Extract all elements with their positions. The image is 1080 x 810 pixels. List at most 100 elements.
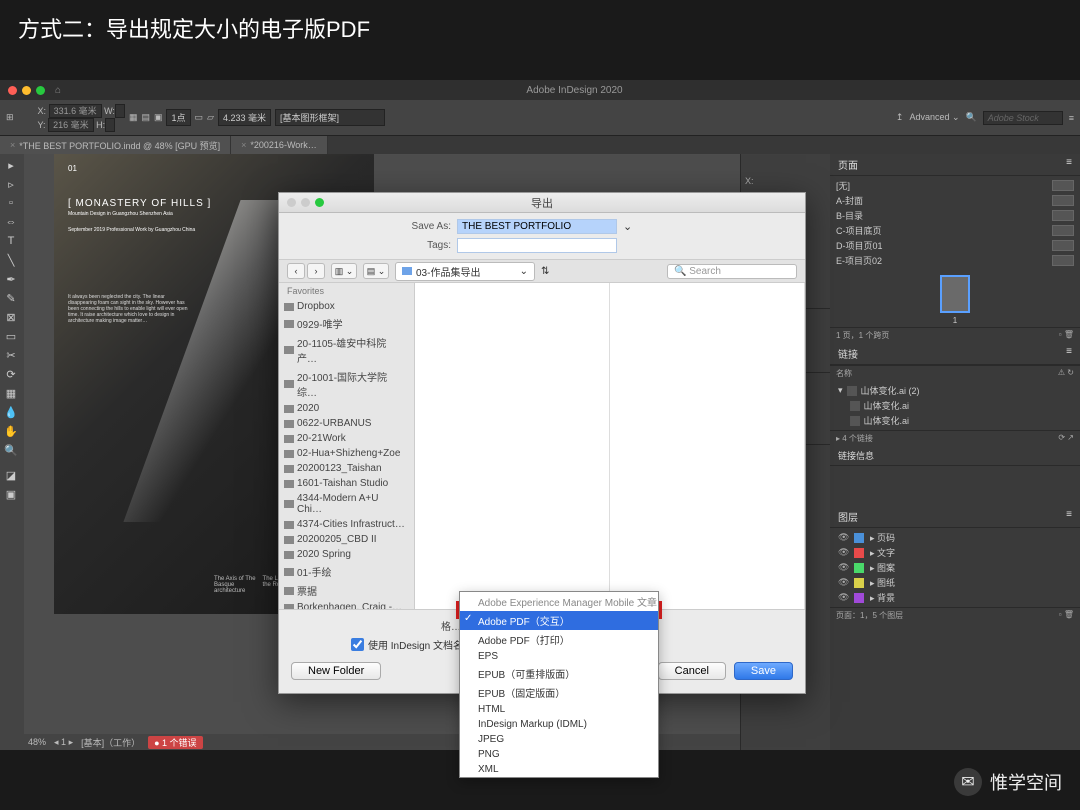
- master-page-item[interactable]: B-目录: [834, 208, 1076, 223]
- document-tab[interactable]: ×*200216-Work…: [231, 136, 328, 154]
- cancel-button[interactable]: Cancel: [658, 662, 726, 680]
- link-item[interactable]: 山体变化.ai: [834, 398, 1076, 413]
- layer-row[interactable]: 👁▸ 图纸: [834, 575, 1076, 590]
- favorite-item[interactable]: 01-手绘: [279, 562, 414, 581]
- new-layer-icon[interactable]: ▫: [1059, 610, 1062, 619]
- transform-tool[interactable]: ⟳: [0, 365, 22, 383]
- menu-icon[interactable]: ≡: [1069, 113, 1074, 123]
- trash-icon[interactable]: 🗑: [1064, 610, 1074, 619]
- y-field[interactable]: 216 毫米: [48, 118, 94, 132]
- preflight-errors[interactable]: ● 1 个错误: [148, 736, 202, 749]
- frame-preset[interactable]: [基本图形框架]: [275, 109, 385, 126]
- eyedropper-tool[interactable]: 💧: [0, 403, 22, 421]
- layer-row[interactable]: 👁▸ 图案: [834, 560, 1076, 575]
- tool-icon[interactable]: ▦: [129, 112, 138, 123]
- browser-column[interactable]: [610, 283, 805, 609]
- expand-icon[interactable]: ⌄: [623, 220, 632, 233]
- page-thumbnail[interactable]: [941, 276, 969, 312]
- favorite-item[interactable]: 20-21Work: [279, 431, 414, 446]
- fill-stroke[interactable]: ◪: [0, 466, 22, 484]
- master-page-item[interactable]: D-项目页01: [834, 238, 1076, 253]
- format-option[interactable]: JPEG: [460, 732, 658, 747]
- visibility-icon[interactable]: 👁: [838, 532, 848, 543]
- visibility-icon[interactable]: 👁: [838, 547, 848, 558]
- favorite-item[interactable]: 20-1105-雄安中科院产…: [279, 333, 414, 367]
- gap-tool[interactable]: ⇔: [0, 213, 22, 231]
- favorite-item[interactable]: 4344-Modern A+U Chi…: [279, 491, 414, 517]
- scissors-tool[interactable]: ✂: [0, 346, 22, 364]
- close-tab-icon[interactable]: ×: [10, 140, 15, 150]
- home-icon[interactable]: ⌂: [55, 85, 69, 96]
- pen-tool[interactable]: ✒: [0, 270, 22, 288]
- layer-row[interactable]: 👁▸ 文字: [834, 545, 1076, 560]
- format-option[interactable]: EPUB（固定版面）: [460, 683, 658, 702]
- minimize-icon[interactable]: [22, 86, 31, 95]
- w-field[interactable]: [115, 104, 125, 118]
- x-field[interactable]: 331.6 毫米: [49, 104, 102, 118]
- new-folder-button[interactable]: New Folder: [291, 662, 381, 680]
- color-profile[interactable]: [基本]（工作）: [81, 736, 140, 749]
- link-item[interactable]: ▾ 山体变化.ai (2): [834, 383, 1076, 398]
- use-docname-checkbox[interactable]: [351, 638, 364, 651]
- zoom-icon[interactable]: [315, 198, 324, 207]
- favorite-item[interactable]: 票据: [279, 581, 414, 600]
- pencil-tool[interactable]: ✎: [0, 289, 22, 307]
- page-tool[interactable]: ▫: [0, 194, 22, 212]
- links-panel-header[interactable]: 链接≡: [830, 343, 1080, 365]
- updown-icon[interactable]: ⇅: [541, 266, 549, 277]
- zoom-level[interactable]: 48%: [28, 737, 46, 747]
- finder-search[interactable]: 🔍 Search: [667, 264, 797, 279]
- visibility-icon[interactable]: 👁: [838, 577, 848, 588]
- close-icon[interactable]: [8, 86, 17, 95]
- master-page-item[interactable]: C-项目底页: [834, 223, 1076, 238]
- favorite-item[interactable]: 20200205_CBD II: [279, 532, 414, 547]
- format-option[interactable]: EPUB（可重排版面）: [460, 664, 658, 683]
- group-button[interactable]: ▤ ⌄: [363, 263, 389, 279]
- favorite-item[interactable]: 2020: [279, 401, 414, 416]
- new-page-icon[interactable]: ▫: [1059, 330, 1062, 339]
- master-page-item[interactable]: E-项目页02: [834, 253, 1076, 268]
- close-icon[interactable]: [287, 198, 296, 207]
- panel-menu-icon[interactable]: ≡: [1066, 346, 1072, 361]
- forward-button[interactable]: ›: [307, 263, 325, 279]
- tags-field[interactable]: [457, 238, 617, 253]
- view-mode[interactable]: ▣: [0, 485, 22, 503]
- format-option[interactable]: Adobe PDF（交互）: [460, 611, 658, 630]
- format-option[interactable]: HTML: [460, 702, 658, 717]
- publish-icon[interactable]: ↥: [896, 112, 904, 123]
- layer-row[interactable]: 👁▸ 页码: [834, 530, 1076, 545]
- format-option[interactable]: PNG: [460, 747, 658, 762]
- visibility-icon[interactable]: 👁: [838, 562, 848, 573]
- format-option[interactable]: Adobe PDF（打印）: [460, 630, 658, 649]
- format-option[interactable]: XML: [460, 762, 658, 777]
- format-option[interactable]: InDesign Markup (IDML): [460, 717, 658, 732]
- tool-icon[interactable]: ▣: [154, 112, 163, 123]
- hand-tool[interactable]: ✋: [0, 422, 22, 440]
- rect-frame-tool[interactable]: ⊠: [0, 308, 22, 326]
- close-tab-icon[interactable]: ×: [241, 140, 246, 150]
- direct-select-tool[interactable]: ▹: [0, 175, 22, 193]
- visibility-icon[interactable]: 👁: [838, 592, 848, 603]
- ref-point-icon[interactable]: ⊞: [6, 112, 14, 123]
- format-option[interactable]: Adobe Experience Manager Mobile 文章: [460, 592, 658, 611]
- type-tool[interactable]: T: [0, 232, 22, 250]
- favorite-item[interactable]: 02-Hua+Shizheng+Zoe: [279, 446, 414, 461]
- favorite-item[interactable]: Dropbox: [279, 299, 414, 314]
- h-field[interactable]: [105, 118, 115, 132]
- favorite-item[interactable]: 4374-Cities Infrastruct…: [279, 517, 414, 532]
- page-navigator[interactable]: 1: [61, 737, 66, 747]
- favorite-item[interactable]: 20200123_Taishan: [279, 461, 414, 476]
- favorite-item[interactable]: 20-1001-国际大学院综…: [279, 367, 414, 401]
- back-button[interactable]: ‹: [287, 263, 305, 279]
- panel-menu-icon[interactable]: ≡: [1066, 157, 1072, 172]
- favorite-item[interactable]: Borkenhagen, Craig -…: [279, 600, 414, 609]
- zoom-icon[interactable]: [36, 86, 45, 95]
- favorite-item[interactable]: 0929-唯学: [279, 314, 414, 333]
- zoom-tool[interactable]: 🔍: [0, 441, 22, 459]
- stock-search[interactable]: Adobe Stock: [983, 111, 1063, 125]
- layer-row[interactable]: 👁▸ 背景: [834, 590, 1076, 605]
- format-option[interactable]: EPS: [460, 649, 658, 664]
- gradient-tool[interactable]: ▦: [0, 384, 22, 402]
- workspace-switcher[interactable]: Advanced ⌄: [909, 112, 959, 123]
- pages-panel-header[interactable]: 页面≡: [830, 154, 1080, 176]
